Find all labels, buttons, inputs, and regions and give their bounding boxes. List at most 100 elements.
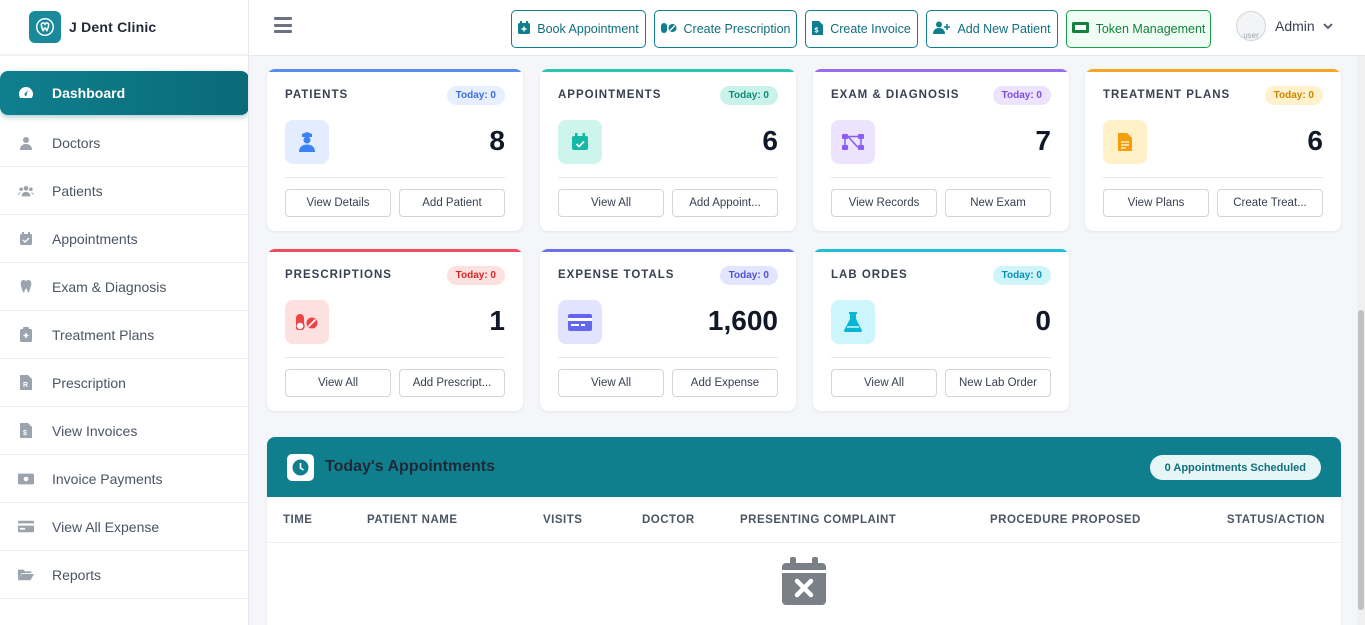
sidebar-item-doctors[interactable]: Doctors <box>0 119 248 167</box>
view-all-expenses-button[interactable]: View All <box>558 369 664 397</box>
today-badge: Today: 0 <box>446 86 505 105</box>
pills-icon <box>285 300 329 344</box>
user-doctor-icon <box>18 135 34 151</box>
brand-name: J Dent Clinic <box>69 19 157 35</box>
view-plans-button[interactable]: View Plans <box>1103 189 1209 217</box>
add-prescription-button[interactable]: Add Prescript... <box>399 369 505 397</box>
expense-totals-card: EXPENSE TOTALS Today: 0 1,600 View All A… <box>540 249 796 411</box>
panel-header: Today's Appointments 0 Appointments Sche… <box>267 437 1341 497</box>
card-accent <box>267 249 523 252</box>
sidebar-item-patients[interactable]: Patients <box>0 167 248 215</box>
card-title: EXAM & DIAGNOSIS <box>831 89 960 101</box>
add-expense-button[interactable]: Add Expense <box>672 369 778 397</box>
card-value: 8 <box>489 125 505 156</box>
add-appointment-button[interactable]: Add Appoint... <box>672 189 778 217</box>
avatar: user <box>1236 11 1266 41</box>
sidebar-item-appointments[interactable]: Appointments <box>0 215 248 263</box>
sidebar-item-label: View Invoices <box>52 422 138 439</box>
card-accent <box>1085 69 1341 72</box>
sidebar-item-treatment-plans[interactable]: Treatment Plans <box>0 311 248 359</box>
column-header[interactable]: DOCTOR <box>642 514 695 526</box>
sidebar-item-reports[interactable]: Reports <box>0 551 248 599</box>
create-prescription-button[interactable]: Create Prescription <box>654 10 797 48</box>
patients-card: PATIENTS Today: 0 8 View Details Add Pat… <box>267 69 523 231</box>
users-icon <box>18 183 34 199</box>
view-all-lab-orders-button[interactable]: View All <box>831 369 937 397</box>
card-divider <box>1103 177 1323 178</box>
treatment-plans-card: TREATMENT PLANS Today: 0 6 View Plans Cr… <box>1085 69 1341 231</box>
user-plus-icon <box>933 21 951 37</box>
view-details-button[interactable]: View Details <box>285 189 391 217</box>
create-invoice-label: Create Invoice <box>830 22 911 36</box>
card-value: 0 <box>1035 305 1051 336</box>
gauge-icon <box>18 85 34 101</box>
todays-appointments-panel: Today's Appointments 0 Appointments Sche… <box>267 437 1341 625</box>
column-header[interactable]: TIME <box>283 514 312 526</box>
view-records-button[interactable]: View Records <box>831 189 937 217</box>
sidebar-item-label: Reports <box>52 566 102 583</box>
lab-orders-card: LAB ORDES Today: 0 0 View All New Lab Or… <box>813 249 1069 411</box>
sidebar-nav: Dashboard Doctors Patients Appointments … <box>0 71 248 599</box>
token-management-button[interactable]: Token Management <box>1066 10 1211 48</box>
card-title: EXPENSE TOTALS <box>558 269 675 281</box>
tooth-icon <box>18 279 34 295</box>
card-title: TREATMENT PLANS <box>1103 89 1231 101</box>
column-header[interactable]: STATUS/ACTION <box>1227 514 1325 526</box>
add-patient-button[interactable]: Add Patient <box>399 189 505 217</box>
prescription-icon: R <box>18 375 34 391</box>
calendar-plus-icon <box>518 21 531 37</box>
user-menu[interactable]: user Admin <box>1236 11 1333 41</box>
column-header[interactable]: PROCEDURE PROPOSED <box>990 514 1141 526</box>
sidebar-item-label: Exam & Diagnosis <box>52 278 167 295</box>
menu-toggle-icon[interactable] <box>274 17 292 33</box>
add-new-patient-label: Add New Patient <box>957 22 1051 36</box>
sidebar-item-prescription[interactable]: R Prescription <box>0 359 248 407</box>
column-header[interactable]: VISITS <box>543 514 582 526</box>
invoice-icon: $ <box>18 423 34 439</box>
sidebar-item-exam-diagnosis[interactable]: Exam & Diagnosis <box>0 263 248 311</box>
appointments-count-badge: 0 Appointments Scheduled <box>1149 455 1321 480</box>
new-exam-button[interactable]: New Exam <box>945 189 1051 217</box>
flask-icon <box>831 300 875 344</box>
calendar-check-icon <box>18 231 34 247</box>
diagram-icon <box>831 120 875 164</box>
book-appointment-label: Book Appointment <box>537 22 639 36</box>
column-header[interactable]: PRESENTING COMPLAINT <box>740 514 896 526</box>
today-badge: Today: 0 <box>992 266 1051 285</box>
ticket-icon <box>1071 22 1089 36</box>
calendar-times-icon <box>782 557 826 610</box>
sidebar-item-view-invoices[interactable]: $ View Invoices <box>0 407 248 455</box>
credit-card-icon <box>558 300 602 344</box>
chevron-down-icon <box>1323 17 1333 35</box>
card-divider <box>831 357 1051 358</box>
sidebar-item-view-all-expense[interactable]: View All Expense <box>0 503 248 551</box>
card-accent <box>813 69 1069 72</box>
add-new-patient-button[interactable]: Add New Patient <box>926 10 1058 48</box>
new-lab-order-button[interactable]: New Lab Order <box>945 369 1051 397</box>
clock-icon <box>287 453 314 481</box>
card-accent <box>540 249 796 252</box>
sidebar-item-dashboard[interactable]: Dashboard <box>0 71 248 115</box>
folder-open-icon <box>18 567 34 583</box>
sidebar-item-invoice-payments[interactable]: Invoice Payments <box>0 455 248 503</box>
scrollbar-thumb[interactable] <box>1358 310 1364 610</box>
column-header[interactable]: PATIENT NAME <box>367 514 458 526</box>
pills-icon <box>660 22 677 37</box>
today-badge: Today: 0 <box>446 266 505 285</box>
brand[interactable]: J Dent Clinic <box>0 0 248 56</box>
create-invoice-button[interactable]: $ Create Invoice <box>805 10 918 48</box>
sidebar-item-label: Treatment Plans <box>52 326 155 343</box>
card-title: APPOINTMENTS <box>558 89 662 101</box>
page-scrollbar[interactable] <box>1357 56 1365 625</box>
sidebar: J Dent Clinic Dashboard Doctors Patients… <box>0 0 249 625</box>
card-value: 1 <box>489 305 505 336</box>
create-treatment-button[interactable]: Create Treat... <box>1217 189 1323 217</box>
user-nurse-icon <box>285 120 329 164</box>
credit-card-icon <box>18 519 34 535</box>
view-all-appointments-button[interactable]: View All <box>558 189 664 217</box>
view-all-prescriptions-button[interactable]: View All <box>285 369 391 397</box>
sidebar-item-label: Patients <box>52 182 103 199</box>
card-accent <box>267 69 523 72</box>
book-appointment-button[interactable]: Book Appointment <box>511 10 646 48</box>
tooth-logo-icon <box>29 11 61 43</box>
